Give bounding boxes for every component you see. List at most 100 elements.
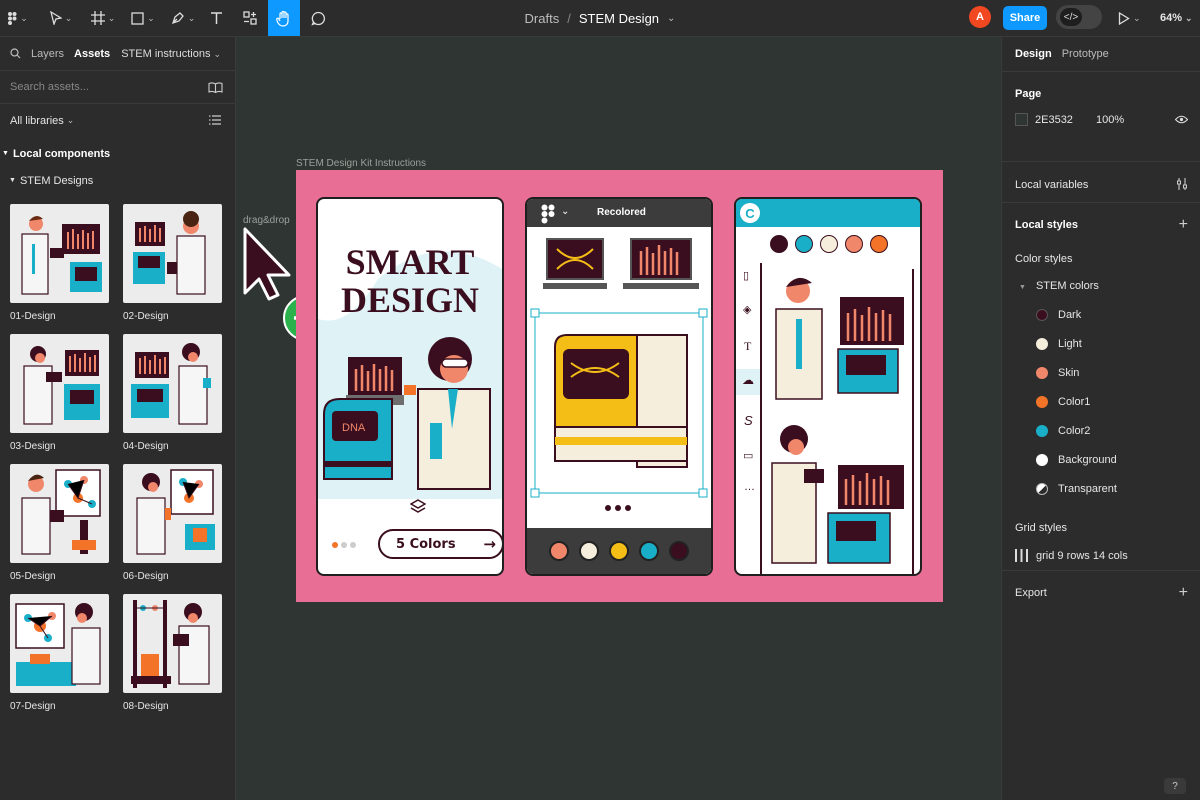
- five-colors-label: 5 Colors: [396, 536, 456, 552]
- libraries-filter[interactable]: All libraries ⌄: [0, 104, 235, 137]
- hand-tool-button[interactable]: [268, 0, 300, 36]
- svg-text:DNA: DNA: [342, 422, 366, 434]
- left-panel: Layers Assets STEM instructions ⌄ Search …: [0, 37, 236, 800]
- component-05-design[interactable]: 05-Design: [10, 464, 109, 582]
- color-style-skin[interactable]: Skin: [1036, 367, 1079, 379]
- color-style-light[interactable]: Light: [1036, 338, 1082, 350]
- present-button[interactable]: ⌄: [1118, 0, 1141, 36]
- chevron-down-icon: ⌄: [20, 12, 28, 23]
- card-recolored[interactable]: ⌄ Recolored: [525, 197, 713, 576]
- sliders-icon[interactable]: [1176, 178, 1188, 190]
- card-color-styles[interactable]: C ▯ ◈ T ☁ S ▭ …: [734, 197, 922, 576]
- breadcrumb-drafts[interactable]: Drafts: [525, 11, 560, 26]
- figma-menu-button[interactable]: ⌄: [4, 0, 32, 36]
- palette-swatch-5[interactable]: [870, 235, 888, 253]
- tab-assets[interactable]: Assets: [74, 48, 110, 60]
- move-tool-button[interactable]: ⌄: [46, 0, 76, 36]
- export-section[interactable]: Export +: [1002, 570, 1200, 612]
- search-assets-field[interactable]: Search assets...: [0, 71, 235, 104]
- styles-icon: S: [744, 413, 753, 428]
- palette-swatch-1[interactable]: [770, 235, 788, 253]
- card-smart-design[interactable]: DNA SMART DESIGN 5 Colors →: [316, 197, 504, 576]
- component-04-design[interactable]: 04-Design: [123, 334, 222, 452]
- palette-swatch-4[interactable]: [845, 235, 863, 253]
- chevron-down-icon: ⌄: [1185, 12, 1193, 23]
- color-swatch: [1036, 367, 1048, 379]
- caret-down-icon: ▼: [2, 150, 9, 157]
- tab-layers[interactable]: Layers: [31, 48, 64, 60]
- stem-colors-group[interactable]: ▼ STEM colors: [1019, 280, 1099, 292]
- color-style-color1[interactable]: Color1: [1036, 396, 1090, 408]
- resources-button[interactable]: [238, 0, 262, 36]
- page-color-swatch[interactable]: [1015, 113, 1028, 126]
- more-dots: [605, 505, 631, 511]
- list-view-icon[interactable]: [209, 115, 221, 125]
- palette-swatch-1[interactable]: [549, 541, 569, 561]
- frame-label[interactable]: STEM Design Kit Instructions: [296, 158, 426, 169]
- local-components-header[interactable]: ▼ Local components: [0, 140, 235, 167]
- color-style-dark[interactable]: Dark: [1036, 309, 1081, 321]
- stem-kit-frame[interactable]: DNA SMART DESIGN 5 Colors → ⌄ Recolored …: [296, 170, 943, 602]
- add-export-icon[interactable]: +: [1179, 585, 1188, 601]
- stem-designs-label: STEM Designs: [19, 174, 94, 187]
- component-02-design[interactable]: 02-Design: [123, 204, 222, 322]
- color-style-label: Background: [1058, 454, 1117, 466]
- palette-swatch-5[interactable]: [669, 541, 689, 561]
- c-logo: C: [740, 203, 760, 223]
- chevron-down-icon: ⌄: [66, 115, 75, 125]
- component-thumbnail: [10, 464, 109, 563]
- more-icon: …: [744, 481, 755, 493]
- page-opacity-value[interactable]: 100%: [1096, 114, 1124, 126]
- help-button[interactable]: ?: [1164, 778, 1186, 794]
- grid-style-item[interactable]: grid 9 rows 14 cols: [1015, 549, 1128, 562]
- resources-icon: [243, 11, 257, 25]
- dev-mode-toggle[interactable]: </>: [1056, 5, 1102, 29]
- export-label: Export: [1015, 587, 1047, 599]
- file-name[interactable]: STEM Design: [579, 11, 659, 26]
- color-style-color2[interactable]: Color2: [1036, 425, 1090, 437]
- comment-tool-button[interactable]: [306, 0, 330, 36]
- color-style-transparent[interactable]: Transparent: [1036, 483, 1117, 495]
- eye-icon[interactable]: [1175, 115, 1188, 124]
- color-swatch: [1036, 483, 1048, 495]
- frame-tool-button[interactable]: ⌄: [88, 0, 118, 36]
- avatar[interactable]: A: [969, 6, 991, 28]
- share-button[interactable]: Share: [1003, 6, 1047, 30]
- color-style-background[interactable]: Background: [1036, 454, 1117, 466]
- color-style-label: Light: [1058, 338, 1082, 350]
- tab-design[interactable]: Design: [1015, 48, 1052, 60]
- component-08-design[interactable]: 08-Design: [123, 594, 222, 712]
- palette-swatch-3[interactable]: [609, 541, 629, 561]
- component-06-design[interactable]: 06-Design: [123, 464, 222, 582]
- component-01-design[interactable]: 01-Design: [10, 204, 109, 322]
- palette-swatch-3[interactable]: [820, 235, 838, 253]
- canvas[interactable]: drag&drop STEM Design Kit Instructions D…: [237, 37, 1001, 800]
- component-07-design[interactable]: 07-Design: [10, 594, 109, 712]
- component-03-design[interactable]: 03-Design: [10, 334, 109, 452]
- chevron-down-icon[interactable]: ⌄: [667, 13, 675, 24]
- search-icon[interactable]: [10, 48, 21, 59]
- zoom-dropdown[interactable]: 64% ⌄: [1160, 0, 1193, 36]
- panel-icon: ▯: [743, 270, 750, 282]
- cursor-icon: [49, 11, 62, 25]
- text-tool-button[interactable]: [206, 0, 226, 36]
- shape-tool-button[interactable]: ⌄: [128, 0, 158, 36]
- palette-swatch-2[interactable]: [579, 541, 599, 561]
- palette-swatch-4[interactable]: [639, 541, 659, 561]
- component-thumbnail: [123, 594, 222, 693]
- page-color-value[interactable]: 2E3532: [1035, 114, 1073, 126]
- palette-swatch-2[interactable]: [795, 235, 813, 253]
- component-label: 07-Design: [10, 701, 56, 712]
- component-label: 01-Design: [10, 311, 56, 322]
- library-dropdown[interactable]: STEM instructions ⌄: [121, 48, 221, 60]
- zoom-level: 64%: [1160, 12, 1183, 24]
- left-panel-tabs: Layers Assets STEM instructions ⌄: [0, 37, 235, 71]
- pen-tool-button[interactable]: ⌄: [168, 0, 198, 36]
- stem-designs-group[interactable]: ▼ STEM Designs: [0, 167, 235, 194]
- book-icon[interactable]: [208, 82, 223, 93]
- local-variables-section[interactable]: Local variables: [1002, 161, 1200, 202]
- tab-prototype[interactable]: Prototype: [1062, 48, 1109, 60]
- five-colors-button[interactable]: 5 Colors →: [378, 529, 502, 559]
- add-style-icon[interactable]: +: [1179, 217, 1188, 233]
- stem-colors-label: STEM colors: [1035, 280, 1099, 292]
